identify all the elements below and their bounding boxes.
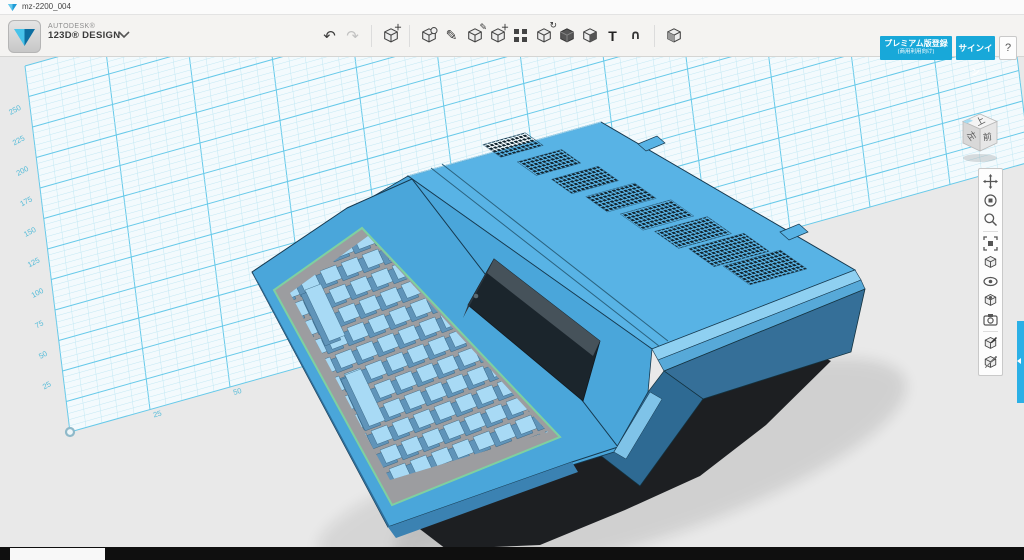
solid-cube-icon bbox=[558, 27, 576, 45]
primitives-menu-button[interactable]: ＋ bbox=[379, 21, 402, 51]
window-title: mz-2200_004 bbox=[22, 2, 71, 11]
app-logo[interactable] bbox=[8, 20, 41, 53]
svg-text:100: 100 bbox=[30, 286, 45, 300]
svg-text:50: 50 bbox=[232, 386, 242, 397]
sketch-pencil-icon: ✎ bbox=[446, 28, 458, 44]
magnet-icon: ∩ bbox=[630, 28, 641, 43]
fit-icon bbox=[983, 236, 998, 251]
view-cube-icon bbox=[983, 255, 998, 270]
pan-icon bbox=[983, 174, 998, 189]
material-off-button[interactable] bbox=[981, 353, 1000, 372]
material-button[interactable] bbox=[662, 21, 685, 51]
svg-text:25: 25 bbox=[152, 409, 162, 420]
text-tool-button[interactable]: T bbox=[601, 21, 624, 51]
brand-text: AUTODESK® 123D® DESIGN bbox=[48, 22, 120, 40]
app-logo-icon bbox=[9, 21, 40, 52]
chevron-down-icon[interactable] bbox=[118, 31, 130, 39]
svg-text:50: 50 bbox=[37, 349, 49, 361]
pattern-menu-button[interactable] bbox=[509, 21, 532, 51]
cube-brush-icon bbox=[983, 336, 998, 351]
scene-svg[interactable]: 25 50 75 100 125 150 175 200 225 250 25 50 bbox=[0, 56, 1024, 560]
svg-text:75: 75 bbox=[33, 318, 45, 330]
slide-panel-tab[interactable] bbox=[1017, 321, 1024, 403]
toolbar-center: ↶ ↷ ＋ ✎ ✎ ＋ bbox=[318, 15, 685, 56]
bottom-bar-segment bbox=[10, 548, 105, 560]
main-toolbar: AUTODESK® 123D® DESIGN ↶ ↷ ＋ ✎ ✎ bbox=[0, 15, 1024, 57]
orbit-button[interactable] bbox=[981, 191, 1000, 210]
svg-text:125: 125 bbox=[26, 255, 41, 269]
undo-button[interactable]: ↶ bbox=[318, 21, 341, 51]
navigation-toolbar bbox=[978, 168, 1003, 376]
orbit-icon bbox=[983, 193, 998, 208]
cube-eye-icon bbox=[983, 293, 998, 308]
brand-123d: 123D® DESIGN bbox=[48, 31, 120, 40]
svg-text:200: 200 bbox=[15, 164, 30, 178]
eye-icon bbox=[983, 274, 998, 289]
bottom-bar bbox=[0, 547, 1024, 560]
snap-tool-button[interactable]: ∩ bbox=[624, 21, 647, 51]
grouping-menu-button[interactable]: ↻ bbox=[532, 21, 555, 51]
screenshot-button[interactable] bbox=[981, 310, 1000, 329]
svg-text:250: 250 bbox=[7, 103, 22, 117]
app-icon bbox=[7, 2, 18, 13]
view-cube-front-label: 前 bbox=[982, 131, 992, 143]
sign-in-button[interactable]: サインイン bbox=[956, 36, 995, 60]
modify-menu-button[interactable]: ＋ bbox=[486, 21, 509, 51]
arrow-left-icon bbox=[1017, 358, 1021, 364]
previous-view-button[interactable] bbox=[981, 253, 1000, 272]
app-window: mz-2200_004 AUTODESK® 123D® DESIGN ↶ ↷ ＋ bbox=[0, 0, 1024, 560]
title-bar: mz-2200_004 bbox=[0, 0, 1024, 15]
construct-menu-button[interactable]: ✎ bbox=[463, 21, 486, 51]
help-button[interactable]: ? bbox=[999, 36, 1017, 60]
sketch-menu-button[interactable]: ✎ bbox=[440, 21, 463, 51]
svg-text:225: 225 bbox=[11, 133, 26, 147]
measure-menu-button[interactable] bbox=[578, 21, 601, 51]
material-cube-icon bbox=[665, 27, 683, 45]
magnifier-icon bbox=[983, 212, 998, 227]
pan-button[interactable] bbox=[981, 172, 1000, 191]
split-cube-icon bbox=[581, 27, 599, 45]
hide-others-button[interactable] bbox=[981, 291, 1000, 310]
combine-menu-button[interactable] bbox=[555, 21, 578, 51]
svg-text:175: 175 bbox=[18, 194, 33, 208]
svg-text:150: 150 bbox=[22, 225, 37, 239]
pattern-icon bbox=[513, 28, 529, 44]
material-edit-button[interactable] bbox=[981, 334, 1000, 353]
viewport[interactable]: 25 50 75 100 125 150 175 200 225 250 25 50 bbox=[0, 56, 1024, 560]
cube-sphere-icon bbox=[420, 27, 438, 45]
fit-view-button[interactable] bbox=[981, 234, 1000, 253]
text-icon: T bbox=[608, 28, 617, 44]
premium-register-button[interactable]: プレミアム版登録 (商用利用向け) bbox=[880, 36, 952, 60]
redo-button[interactable]: ↷ bbox=[341, 21, 364, 51]
cube-brush-off-icon bbox=[983, 355, 998, 370]
camera-icon bbox=[983, 312, 998, 327]
transform-menu-button[interactable] bbox=[417, 21, 440, 51]
svg-text:25: 25 bbox=[41, 379, 53, 391]
visibility-button[interactable] bbox=[981, 272, 1000, 291]
view-cube[interactable]: 上 前 左 bbox=[953, 108, 1009, 166]
zoom-button[interactable] bbox=[981, 210, 1000, 229]
